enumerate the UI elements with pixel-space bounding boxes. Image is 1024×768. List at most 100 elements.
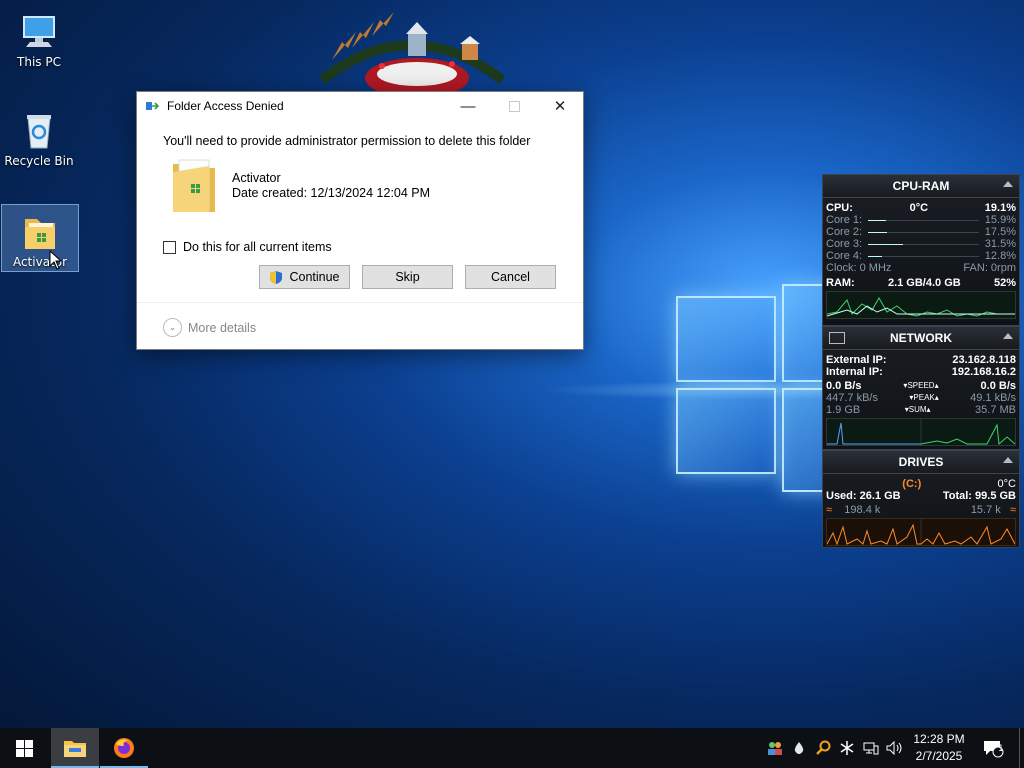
cpu-core-label: Core 2: [826, 226, 863, 238]
cpu-ram-gadget: CPU-RAM CPU: 0°C 19.1% Core 1: 15.9% Core … [822, 174, 1020, 326]
drive-used: Used: 26.1 GB [826, 490, 901, 502]
more-details-label: More details [188, 320, 257, 335]
cpu-core-bar [868, 232, 979, 233]
ram-percent: 52% [993, 277, 1016, 289]
dialog-titlebar[interactable]: Folder Access Denied — ✕ [137, 92, 583, 120]
continue-label: Continue [289, 270, 340, 284]
external-ip: 23.162.8.118 [952, 354, 1016, 366]
skip-button[interactable]: Skip [362, 265, 453, 289]
peak-label: ▾PEAK▴ [909, 393, 939, 402]
computer-icon [18, 11, 60, 53]
search-icon [816, 740, 831, 755]
mouse-cursor-icon [49, 250, 63, 270]
clock-date: 2/7/2025 [915, 749, 963, 763]
continue-button[interactable]: Continue [259, 265, 350, 289]
cpu-core-label: Core 3: [826, 238, 863, 250]
cpu-core-value: 31.5% [984, 238, 1016, 250]
drive-read-rate: ≈ 198.4 k [826, 504, 881, 516]
internal-ip-label: Internal IP: [826, 366, 883, 378]
desktop-icon-activator[interactable]: Activator [1, 204, 79, 272]
windows-start-icon [15, 739, 33, 757]
network-gadget: NETWORK External IP: 23.162.8.118 Intern… [822, 326, 1020, 450]
chevron-down-icon: ⌄ [163, 318, 182, 337]
upload-speed: 0.0 B/s [980, 380, 1016, 392]
desktop-icon-this-pc[interactable]: This PC [1, 5, 77, 77]
external-ip-label: External IP: [826, 354, 887, 366]
dialog-title: Folder Access Denied [167, 99, 284, 113]
tray-network[interactable] [860, 728, 882, 768]
dialog-separator [137, 302, 583, 303]
drive-activity-graph [826, 518, 1016, 546]
drives-gadget: DRIVES (C:) 0°C Used: 26.1 GB Total: 99.… [822, 450, 1020, 548]
file-move-icon [145, 99, 161, 113]
cpu-core-bar [868, 220, 979, 221]
taskbar-file-explorer[interactable] [51, 728, 99, 768]
cpu-fan: FAN: 0rpm [963, 262, 1016, 274]
cancel-button[interactable]: Cancel [465, 265, 556, 289]
notification-count: 1 [998, 744, 1004, 754]
people-icon [768, 742, 782, 755]
tray-network-devices[interactable] [764, 728, 786, 768]
close-button[interactable]: ✕ [537, 92, 583, 120]
minimize-button[interactable]: — [445, 92, 491, 120]
apply-to-all-row[interactable]: Do this for all current items [163, 240, 332, 254]
drives-header[interactable]: DRIVES [823, 451, 1019, 474]
sum-label: ▾SUM▴ [904, 405, 931, 414]
monitor-icon [829, 332, 845, 344]
tray-droplet[interactable] [788, 728, 810, 768]
cpu-core-label: Core 4: [826, 250, 863, 262]
maximize-icon [508, 100, 520, 112]
item-date-created: Date created: 12/13/2024 12:04 PM [232, 186, 431, 200]
drive-letter: (C:) [902, 478, 922, 490]
network-header[interactable]: NETWORK [823, 327, 1019, 350]
drives-title: DRIVES [898, 455, 944, 469]
file-explorer-icon [64, 741, 86, 757]
cpu-core-row: Core 4: 12.8% [823, 250, 1019, 262]
taskbar-firefox[interactable] [100, 728, 148, 768]
show-desktop-button[interactable] [1019, 728, 1020, 768]
cpu-ram-header[interactable]: CPU-RAM [823, 175, 1019, 198]
download-speed: 0.0 B/s [826, 380, 862, 392]
cpu-core-value: 15.9% [984, 214, 1016, 226]
cpu-core-row: Core 2: 17.5% [823, 226, 1019, 238]
more-details-toggle[interactable]: ⌄ More details [163, 318, 256, 337]
tray-volume[interactable] [884, 728, 906, 768]
tray-asterisk[interactable] [836, 728, 858, 768]
cpu-core-label: Core 1: [826, 214, 863, 226]
speaker-icon [886, 741, 902, 755]
ram-label: RAM: [826, 277, 855, 289]
collapse-arrow-icon[interactable] [1003, 181, 1013, 187]
cpu-core-row: Core 1: 15.9% [823, 214, 1019, 226]
dialog-message: You'll need to provide administrator per… [163, 134, 531, 148]
tray-search[interactable] [812, 728, 834, 768]
item-name: Activator [232, 171, 281, 185]
drive-total: Total: 99.5 GB [942, 490, 1016, 502]
collapse-arrow-icon[interactable] [1003, 333, 1013, 339]
network-traffic-graph [826, 418, 1016, 446]
internal-ip: 192.168.16.2 [951, 366, 1016, 378]
start-button[interactable] [0, 728, 48, 768]
cpu-usage: 19.1% [984, 202, 1016, 214]
collapse-arrow-icon[interactable] [1003, 457, 1013, 463]
desktop-icon-recycle-bin[interactable]: Recycle Bin [1, 104, 77, 176]
network-title: NETWORK [890, 331, 952, 345]
cpu-core-value: 12.8% [984, 250, 1016, 262]
download-peak: 447.7 kB/s [826, 392, 878, 404]
uac-shield-icon [270, 270, 283, 284]
cpu-label: CPU: [826, 202, 853, 214]
folder-access-denied-dialog: Folder Access Denied — ✕ You'll need to … [136, 91, 584, 350]
cpu-usage-graph [826, 291, 1016, 319]
folder-icon [19, 211, 61, 253]
taskbar: 12:28 PM 2/7/2025 1 [0, 728, 1024, 768]
desktop-icon-label: This PC [17, 55, 61, 69]
cpu-clock: Clock: 0 MHz [826, 262, 892, 274]
cpu-core-bar [868, 244, 979, 245]
apply-to-all-checkbox[interactable] [163, 240, 176, 254]
cpu-core-value: 17.5% [984, 226, 1016, 238]
ram-used: 2.1 GB/4.0 GB [887, 277, 961, 289]
action-center-button[interactable]: 1 [978, 728, 1008, 768]
taskbar-clock[interactable]: 12:28 PM 2/7/2025 [904, 731, 974, 765]
santa-sleigh-decoration [318, 12, 506, 92]
download-sum: 1.9 GB [826, 404, 861, 416]
apply-to-all-label: Do this for all current items [183, 240, 332, 254]
